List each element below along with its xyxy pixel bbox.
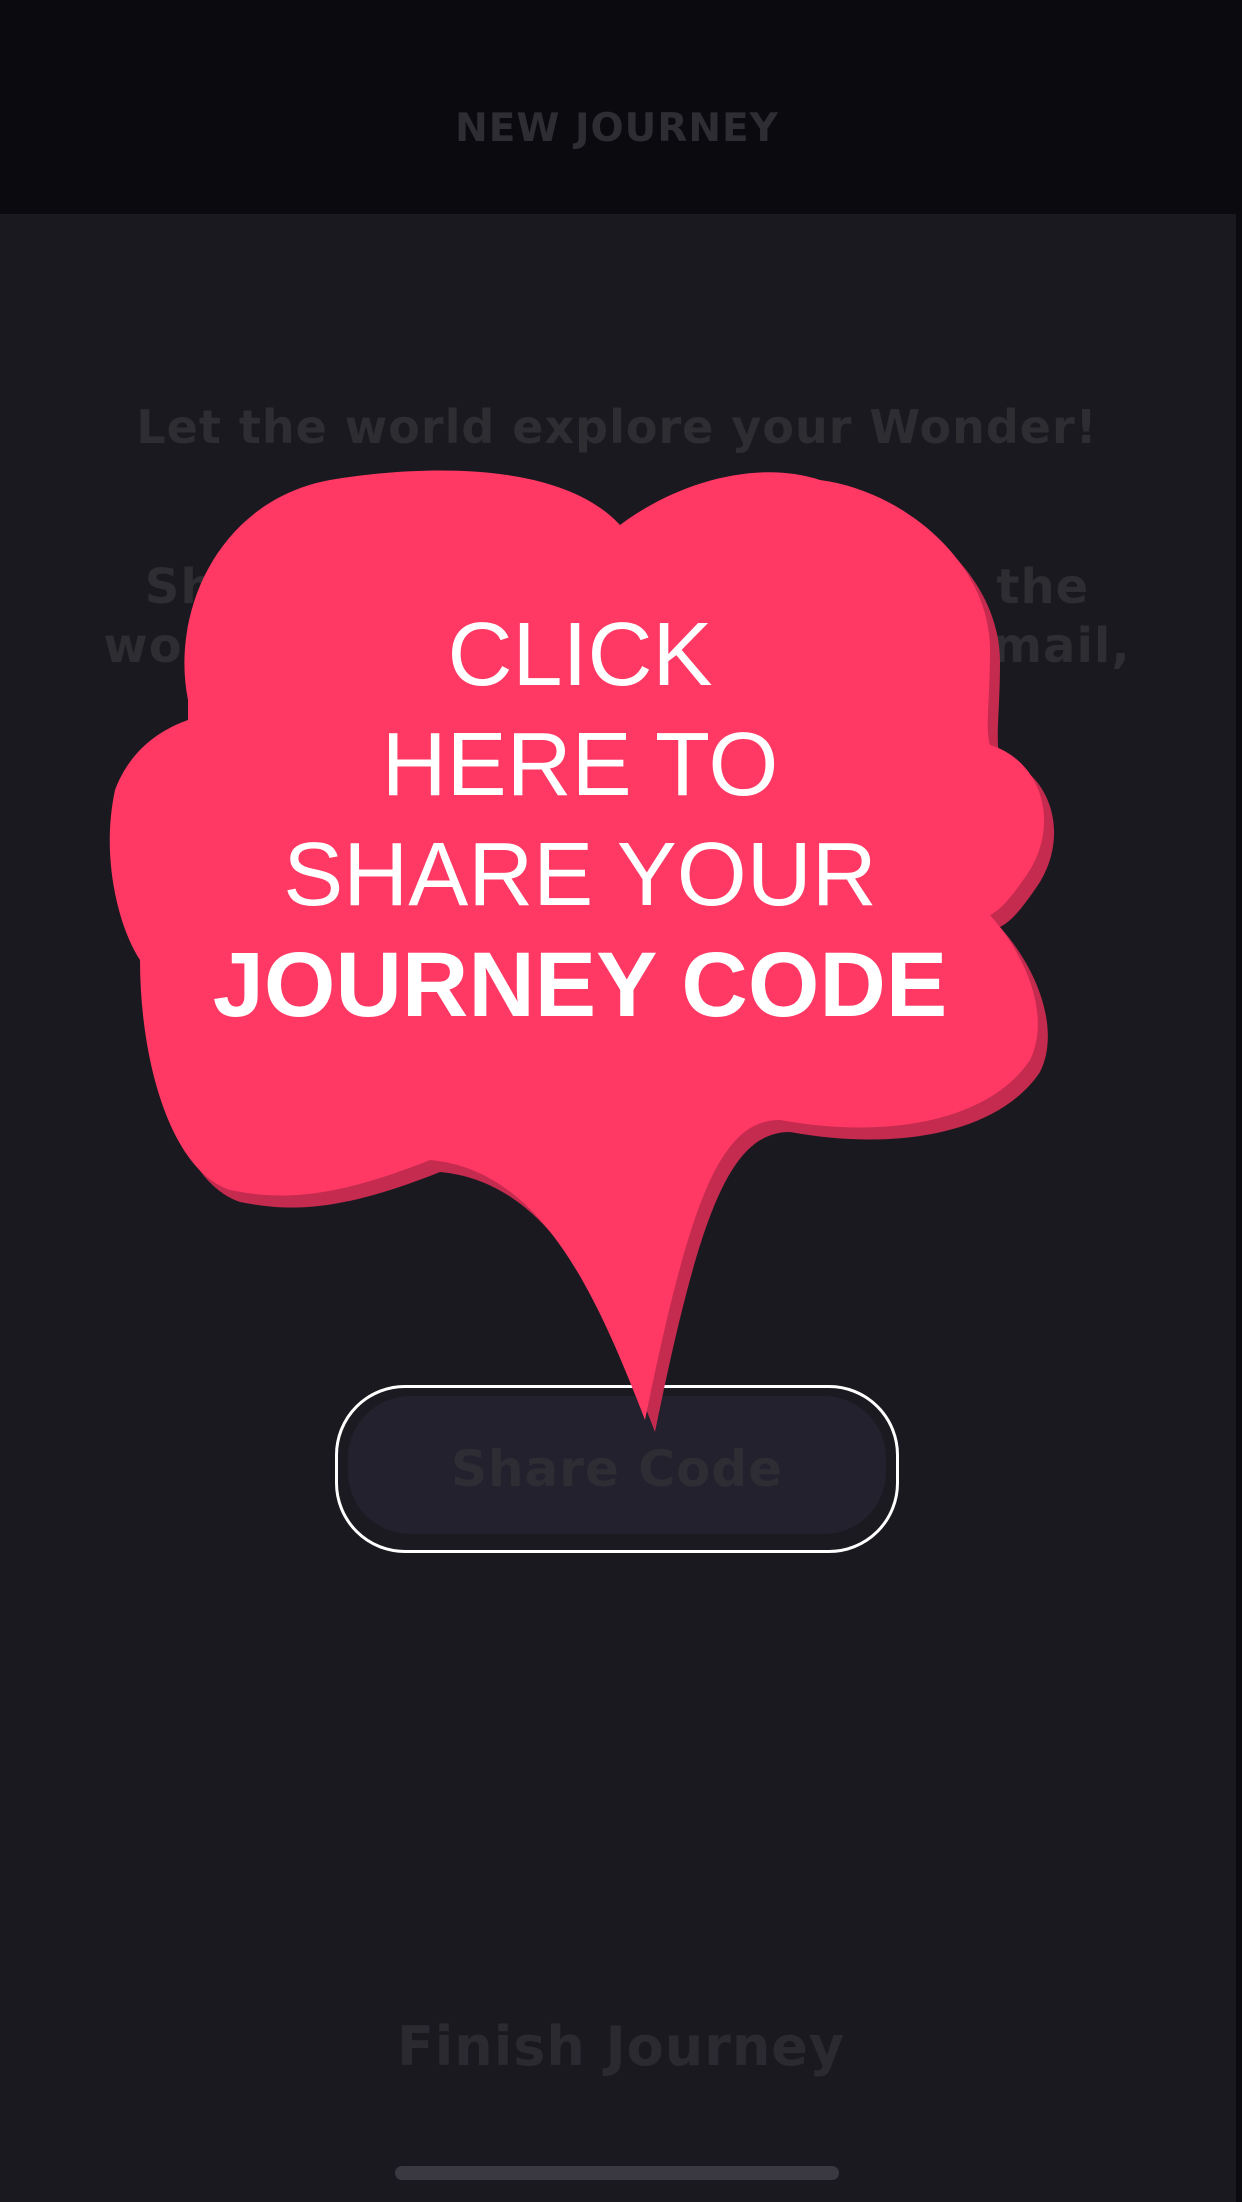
home-indicator bbox=[395, 2166, 839, 2180]
explore-heading: Let the world explore your Wonder! bbox=[136, 400, 1098, 454]
app-header: NEW JOURNEY bbox=[0, 0, 1242, 214]
share-description: Share your Journey Code with the world u… bbox=[103, 559, 1131, 733]
share-code-button-label: Share Code bbox=[450, 1440, 784, 1498]
speech-bubble-icon bbox=[109, 470, 1055, 1433]
page-title: NEW JOURNEY bbox=[455, 106, 779, 151]
share-code-button[interactable]: Share Code bbox=[335, 1385, 899, 1553]
screen-edge bbox=[1236, 214, 1242, 2202]
tooltip-line-journey-code: JOURNEY CODE bbox=[212, 934, 948, 1036]
share-tooltip: CLICK HERE TO SHARE YOUR JOURNEY CODE bbox=[0, 0, 1242, 2202]
finish-journey-button[interactable]: Finish Journey bbox=[0, 2015, 1242, 2078]
tooltip-line-share-your: SHARE YOUR bbox=[283, 825, 877, 925]
